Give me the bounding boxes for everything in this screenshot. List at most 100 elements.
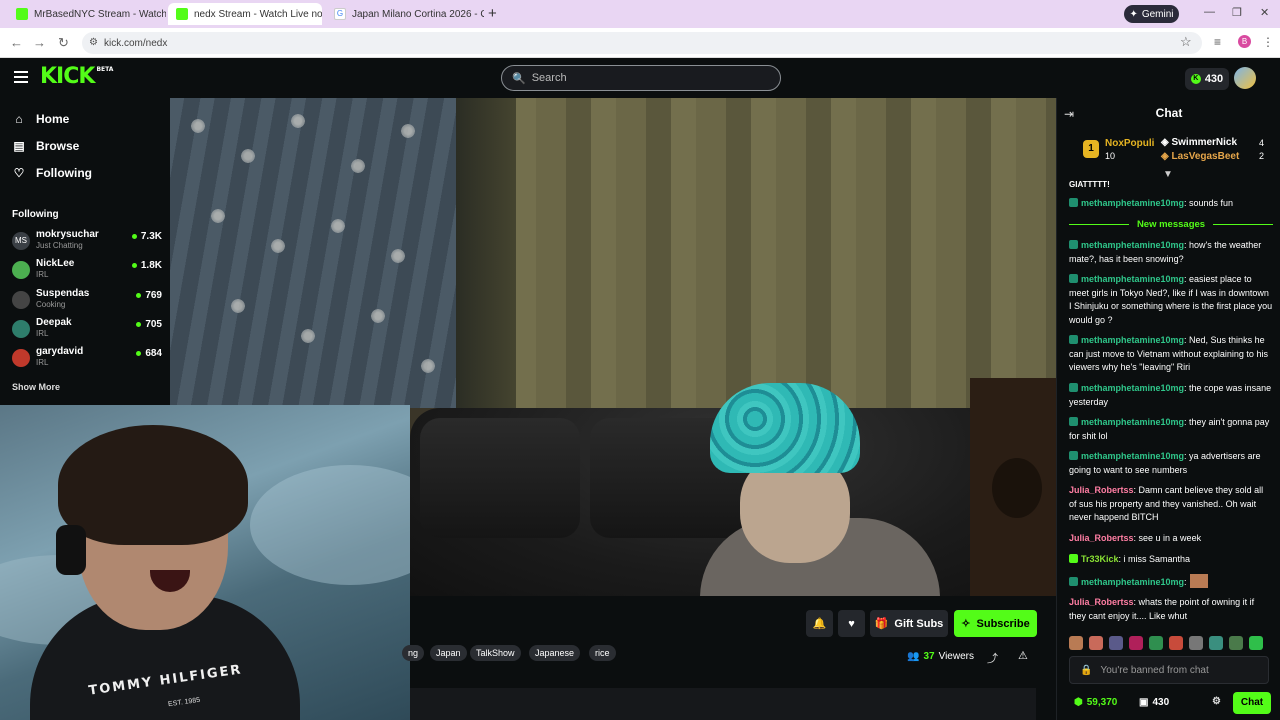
url-field[interactable]: ⚙ kick.com/nedx xyxy=(82,32,1202,54)
chat-username[interactable]: Tr33Kick xyxy=(1081,554,1119,564)
media-controls-icon[interactable]: ≡ xyxy=(1214,35,1221,49)
gift-subs-button[interactable]: 🎁 Gift Subs xyxy=(870,610,948,637)
chat-username[interactable]: methamphetamine10mg xyxy=(1081,240,1184,250)
chat-username[interactable]: Julia_Robertss xyxy=(1069,485,1134,495)
browse-icon: ▤ xyxy=(13,139,25,153)
channel-avatar xyxy=(12,349,30,367)
bookmark-star-icon[interactable]: ☆ xyxy=(1180,34,1192,50)
hamburger-menu-icon[interactable] xyxy=(14,71,28,86)
channel-category: Just Chatting xyxy=(36,241,83,250)
new-messages-divider[interactable]: New messages xyxy=(1069,218,1273,232)
search-placeholder: Search xyxy=(531,72,567,84)
emote-icon[interactable] xyxy=(1249,636,1263,650)
subscribe-button[interactable]: ✧ Subscribe xyxy=(954,610,1037,637)
url-text: kick.com/nedx xyxy=(104,37,168,49)
browser-profile-avatar[interactable]: B xyxy=(1238,35,1251,48)
close-window-icon[interactable]: ✕ xyxy=(1260,6,1269,19)
chat-settings-gear-icon[interactable]: ⚙ xyxy=(1212,696,1221,707)
video-floral-curtain xyxy=(170,98,456,408)
minimize-icon[interactable]: — xyxy=(1204,6,1215,18)
channel-avatar: MS xyxy=(12,232,30,250)
chat-send-button[interactable]: Chat xyxy=(1233,692,1271,714)
chat-username[interactable]: Julia_Robertss xyxy=(1069,533,1134,543)
show-more-link[interactable]: Show More xyxy=(12,382,60,392)
chat-username[interactable]: methamphetamine10mg xyxy=(1081,198,1184,208)
share-icon[interactable]: ⤴ xyxy=(987,650,998,666)
browser-tab[interactable]: G Japan Milano Cortina 2026 - Go ✕ xyxy=(326,3,484,25)
kick-logo[interactable]: KICK BETA xyxy=(40,64,113,89)
notification-bell-button[interactable]: 🔔 xyxy=(806,610,833,637)
sidebar: ⌂ Home ▤ Browse ♡ Following Following MS… xyxy=(0,98,170,405)
followed-channel[interactable]: MS mokrysuchar Just Chatting 7.3K xyxy=(12,228,162,254)
followed-channel[interactable]: garydavid IRL 684 xyxy=(12,345,162,371)
followed-channel[interactable]: Suspendas Cooking 769 xyxy=(12,287,162,313)
chat-username[interactable]: methamphetamine10mg xyxy=(1081,451,1184,461)
new-tab-button[interactable]: + xyxy=(488,5,497,22)
google-favicon-icon: G xyxy=(334,8,346,20)
sidebar-item-following[interactable]: ♡ Following xyxy=(12,166,92,180)
sidebar-item-browse[interactable]: ▤ Browse xyxy=(12,139,79,153)
emote-icon[interactable] xyxy=(1169,636,1183,650)
chat-username[interactable]: methamphetamine10mg xyxy=(1081,335,1184,345)
emote-icon[interactable] xyxy=(1189,636,1203,650)
viewer-count-value: 769 xyxy=(145,290,162,301)
sub-badge-icon xyxy=(1069,198,1078,207)
emote-icon[interactable] xyxy=(1109,636,1123,650)
chat-username[interactable]: methamphetamine10mg xyxy=(1081,417,1184,427)
site-info-icon[interactable]: ⚙ xyxy=(89,37,98,48)
follow-heart-button[interactable]: ♥ xyxy=(838,610,865,637)
chat-username[interactable]: methamphetamine10mg xyxy=(1081,383,1184,393)
lock-icon: 🔒 xyxy=(1080,664,1093,676)
browser-tab-active[interactable]: nedx Stream - Watch Live now ✕ xyxy=(168,3,322,25)
emote-icon[interactable] xyxy=(1089,636,1103,650)
kick-favicon-icon xyxy=(176,8,188,20)
streamer-hair xyxy=(58,425,248,545)
emote-icon[interactable] xyxy=(1069,636,1083,650)
emote-icon[interactable] xyxy=(1209,636,1223,650)
stream-tag[interactable]: Japan xyxy=(430,645,467,661)
chat-title: Chat xyxy=(1155,106,1183,120)
leader-3-name[interactable]: ◈ LasVegasBeet xyxy=(1161,151,1239,162)
leader-2-name[interactable]: ◈ SwimmerNick xyxy=(1161,137,1237,148)
emote-icon[interactable] xyxy=(1229,636,1243,650)
stream-tag[interactable]: ng xyxy=(402,645,425,661)
channel-points-value: 59,370 xyxy=(1086,697,1118,708)
followed-channel[interactable]: Deepak IRL 705 xyxy=(12,316,162,342)
chat-message: methamphetamine10mg: easiest place to me… xyxy=(1069,273,1273,327)
chat-username[interactable]: methamphetamine10mg xyxy=(1081,577,1184,587)
stream-tag[interactable]: Japanese xyxy=(529,645,581,661)
channel-category: Cooking xyxy=(36,300,66,309)
back-arrow-icon[interactable]: ← xyxy=(10,35,23,50)
leader-1-name[interactable]: NoxPopuli xyxy=(1105,138,1154,149)
chat-message: methamphetamine10mg: Ned, Sus thinks he … xyxy=(1069,334,1273,375)
sidebar-item-home[interactable]: ⌂ Home xyxy=(12,112,69,126)
viewer-count: 684 xyxy=(136,348,162,359)
sub-badge-icon xyxy=(1069,240,1078,249)
channel-name: mokrysuchar xyxy=(36,229,99,240)
followed-channel[interactable]: NickLee IRL 1.8K xyxy=(12,257,162,283)
browser-tab[interactable]: MrBasedNYC Stream - Watch ✕ xyxy=(8,3,166,25)
kick-coin-icon: K xyxy=(1190,74,1201,84)
kick-points[interactable]: ▣ 430 xyxy=(1139,697,1169,708)
chat-username[interactable]: methamphetamine10mg xyxy=(1081,274,1184,284)
stream-tag[interactable]: TalkShow xyxy=(470,645,521,661)
forward-arrow-icon[interactable]: → xyxy=(33,35,46,50)
viewer-count: 1.8K xyxy=(131,260,162,271)
reload-icon[interactable]: ↻ xyxy=(58,35,69,51)
webcam-overlay: TOMMY HILFIGER EST. 1985 xyxy=(0,405,410,720)
gemini-button[interactable]: ✦ Gemini xyxy=(1124,5,1179,23)
chat-username[interactable]: Julia_Robertss xyxy=(1069,597,1134,607)
report-warning-icon[interactable]: ⚠ xyxy=(1018,649,1028,662)
user-avatar[interactable] xyxy=(1234,67,1256,89)
emote-icon[interactable] xyxy=(1129,636,1143,650)
emote-icon[interactable] xyxy=(1149,636,1163,650)
channel-points[interactable]: ⬢ 59,370 xyxy=(1074,697,1117,708)
menu-kebab-icon[interactable]: ⋮ xyxy=(1262,35,1274,49)
search-input[interactable]: 🔍 Search xyxy=(501,65,781,91)
tab-title: MrBasedNYC Stream - Watch xyxy=(34,8,166,20)
stream-tag[interactable]: rice xyxy=(589,645,616,661)
viewer-count-label: Viewers xyxy=(938,651,974,662)
channel-name: NickLee xyxy=(36,258,75,269)
kick-points-badge[interactable]: K 430 xyxy=(1185,68,1229,90)
maximize-icon[interactable]: ❐ xyxy=(1232,6,1242,19)
